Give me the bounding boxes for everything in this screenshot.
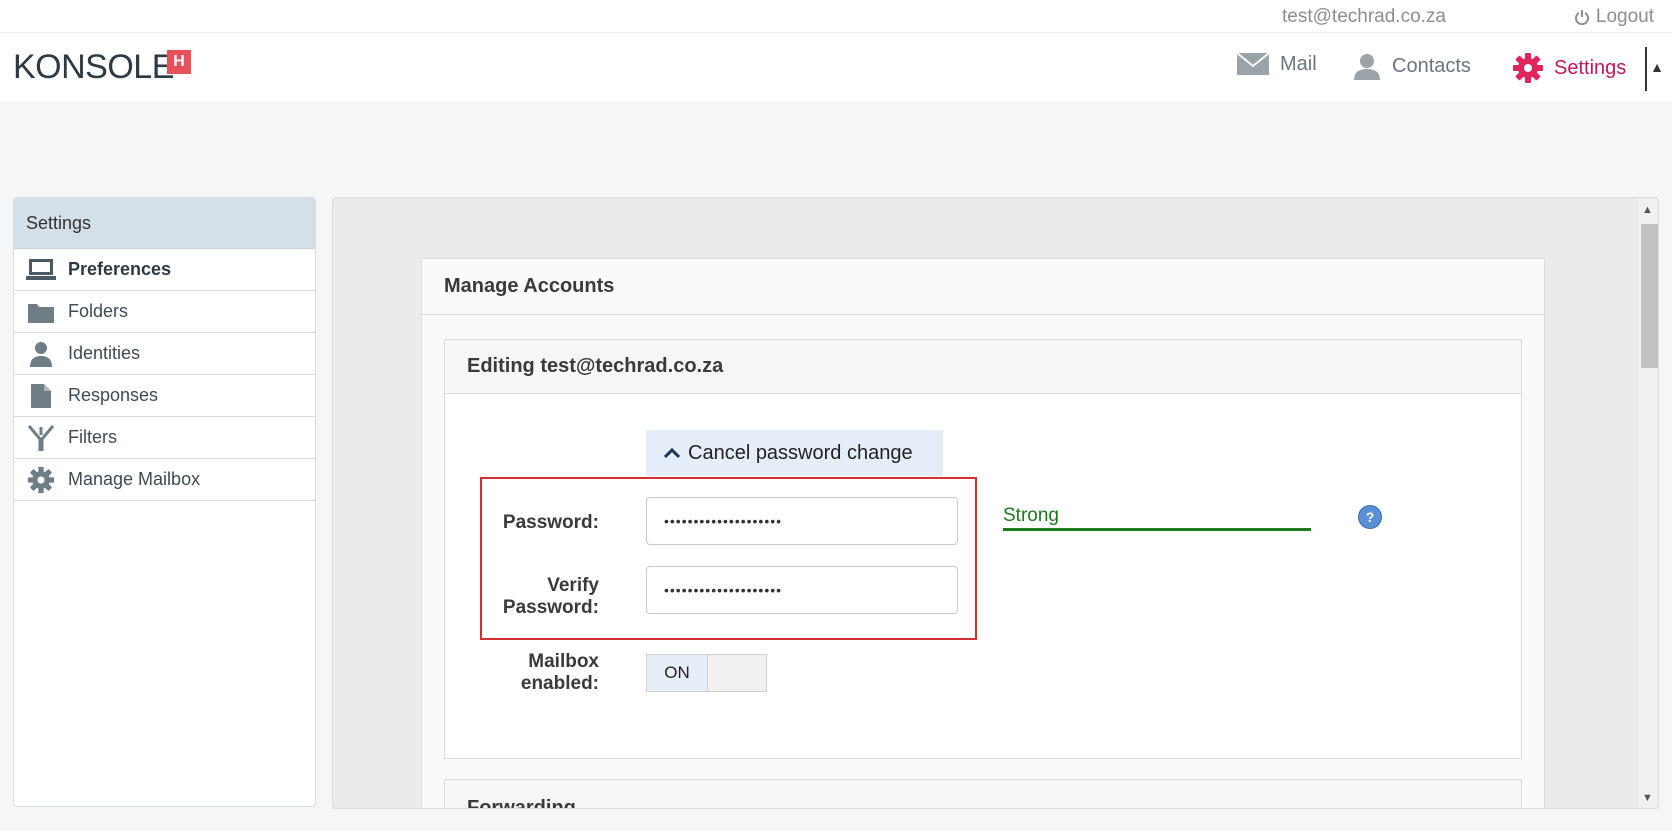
cancel-password-change-button[interactable]: Cancel password change [646, 430, 943, 476]
top-bar: test@techrad.co.za Logout KONSOLE H Mail… [0, 0, 1672, 101]
user-email: test@techrad.co.za [1282, 6, 1446, 27]
sidebar-item-folders[interactable]: Folders [14, 291, 315, 333]
panel-title: Manage Accounts [422, 259, 1544, 315]
mailbox-enabled-toggle[interactable]: ON [646, 654, 767, 692]
toggle-state-label: ON [647, 655, 707, 691]
sidebar-item-label: Filters [68, 427, 117, 447]
scroll-up-arrow[interactable]: ▲ [1642, 204, 1653, 216]
folder-icon [26, 299, 56, 325]
person-icon [26, 341, 56, 367]
password-field[interactable]: •••••••••••••••••••• [646, 497, 958, 545]
password-strength-indicator: Strong [1003, 504, 1311, 531]
sidebar-item-preferences[interactable]: Preferences [14, 249, 315, 291]
sidebar-item-responses[interactable]: Responses [14, 375, 315, 417]
cancel-password-label: Cancel password change [688, 441, 913, 464]
verify-password-field[interactable]: •••••••••••••••••••• [646, 566, 958, 614]
verify-label-line1: Verify [547, 575, 599, 596]
verify-password-label: Verify Password: [479, 575, 599, 619]
scroll-thumb[interactable] [1641, 224, 1658, 368]
sidebar-item-label: Preferences [68, 259, 172, 279]
sidebar-item-manage-mailbox[interactable]: Manage Mailbox [14, 459, 315, 501]
filter-icon [26, 424, 56, 451]
power-icon [1574, 10, 1589, 25]
main-content: Manage Accounts Editing test@techrad.co.… [332, 197, 1659, 809]
scroll-down-arrow[interactable]: ▼ [1642, 792, 1653, 804]
toggle-knob [707, 655, 766, 691]
password-label: Password: [502, 512, 599, 533]
logout-link[interactable]: Logout [1574, 6, 1654, 28]
sidebar-item-label: Identities [68, 343, 141, 363]
mailbox-enabled-label: Mailbox enabled: [479, 651, 599, 695]
verify-label-line2: Password: [502, 597, 599, 618]
nav-settings[interactable]: Settings [1512, 52, 1626, 84]
mailbox-label-line1: Mailbox [528, 651, 599, 672]
mail-icon [1236, 52, 1270, 75]
gear-icon [26, 466, 56, 493]
contact-icon [1354, 54, 1380, 80]
gear-icon [1513, 53, 1543, 83]
monitor-icon [26, 257, 56, 283]
sidebar-title: Settings [14, 198, 315, 249]
nav-mail[interactable]: Mail [1236, 52, 1317, 76]
nav-mail-label: Mail [1280, 52, 1317, 75]
manage-accounts-panel: Manage Accounts Editing test@techrad.co.… [421, 258, 1545, 809]
sidebar-item-label: Manage Mailbox [68, 469, 201, 489]
editing-title: Editing test@techrad.co.za [445, 340, 1521, 394]
sidebar-item-identities[interactable]: Identities [14, 333, 315, 375]
mailbox-label-line2: enabled: [520, 673, 599, 694]
nav-contacts[interactable]: Contacts [1352, 52, 1471, 80]
logout-label: Logout [1595, 6, 1654, 27]
nav-contacts-label: Contacts [1392, 54, 1471, 77]
settings-sidebar: Settings Preferences Folders Identities … [13, 197, 316, 807]
sidebar-item-label: Folders [68, 301, 129, 321]
forwarding-title: Forwarding [467, 797, 576, 809]
main-scrollbar[interactable]: ▲ ▼ [1638, 198, 1658, 808]
collapse-header-button[interactable]: ▲ [1645, 47, 1667, 91]
sidebar-item-filters[interactable]: Filters [14, 417, 315, 459]
nav-settings-label: Settings [1554, 56, 1627, 79]
forwarding-panel: Forwarding [444, 779, 1522, 809]
help-icon[interactable]: ? [1358, 505, 1382, 529]
account-strip: test@techrad.co.za Logout [0, 0, 1672, 33]
konsole-logo: KONSOLE [13, 48, 174, 86]
document-icon [26, 383, 56, 409]
sidebar-item-label: Responses [68, 385, 159, 405]
logo-badge: H [167, 50, 191, 74]
edit-account-panel: Editing test@techrad.co.za Cancel passwo… [444, 339, 1522, 759]
chevron-up-icon [664, 447, 680, 459]
